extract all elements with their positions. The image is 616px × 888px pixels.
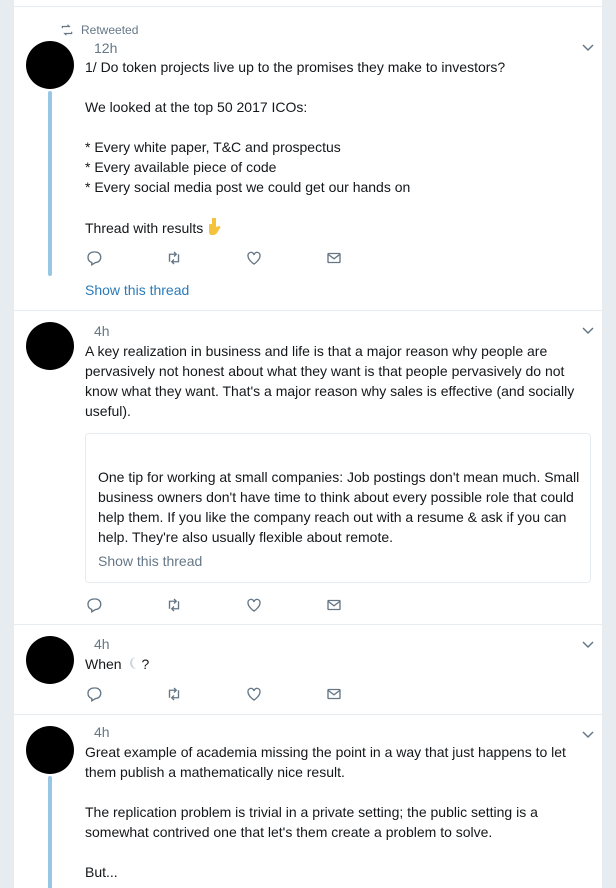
tweet-4[interactable]: 4h Great example of academia missing the… bbox=[14, 716, 602, 888]
point-down-emoji bbox=[207, 217, 223, 240]
quoted-show-thread-link[interactable]: Show this thread bbox=[98, 552, 202, 570]
chevron-down-icon[interactable] bbox=[580, 39, 596, 55]
direct-message-button[interactable] bbox=[325, 248, 405, 268]
retweet-icon bbox=[168, 598, 180, 612]
tweet-actions bbox=[85, 684, 405, 704]
tweet-2[interactable]: 4h A key realization in business and lif… bbox=[14, 312, 602, 625]
tweet-1[interactable]: Retweeted 12h 1/ Do token projects live … bbox=[14, 6, 602, 311]
like-button[interactable] bbox=[245, 595, 325, 615]
reply-icon bbox=[87, 598, 102, 613]
retweet-button[interactable] bbox=[165, 248, 245, 268]
direct-message-button[interactable] bbox=[325, 595, 405, 615]
retweet-button[interactable] bbox=[165, 684, 245, 704]
reply-button[interactable] bbox=[85, 595, 165, 615]
avatar[interactable] bbox=[26, 41, 74, 89]
reply-icon bbox=[87, 251, 102, 266]
quoted-tweet-text: One tip for working at small companies: … bbox=[98, 469, 584, 545]
tweet-text: A key realization in business and life i… bbox=[85, 343, 579, 419]
quoted-tweet[interactable]: One tip for working at small companies: … bbox=[85, 433, 591, 583]
like-button[interactable] bbox=[245, 684, 325, 704]
chevron-down-icon[interactable] bbox=[580, 726, 596, 742]
like-icon bbox=[247, 687, 261, 701]
retweet-context: Retweeted bbox=[60, 23, 138, 37]
tweet-3[interactable]: 4h When ? bbox=[14, 626, 602, 715]
reply-button[interactable] bbox=[85, 248, 165, 268]
reply-icon bbox=[87, 687, 102, 702]
direct-message-icon bbox=[327, 599, 341, 611]
retweet-label: Retweeted bbox=[81, 23, 139, 37]
like-icon bbox=[247, 598, 261, 612]
tweet-text: When ? bbox=[85, 654, 590, 676]
chevron-down-icon[interactable] bbox=[580, 636, 596, 652]
direct-message-button[interactable] bbox=[325, 684, 405, 704]
like-button[interactable] bbox=[245, 248, 325, 268]
thread-line bbox=[48, 776, 52, 888]
tweet-time[interactable]: 12h bbox=[94, 40, 117, 56]
tweet-text: Great example of academia missing the po… bbox=[85, 744, 566, 880]
avatar[interactable] bbox=[26, 322, 74, 370]
show-thread-link[interactable]: Show this thread bbox=[85, 281, 189, 299]
tweet-time[interactable]: 4h bbox=[94, 323, 110, 339]
timeline: Retweeted 12h 1/ Do token projects live … bbox=[13, 0, 603, 888]
tweet-time[interactable]: 4h bbox=[94, 724, 110, 740]
avatar[interactable] bbox=[26, 636, 74, 684]
direct-message-icon bbox=[327, 688, 341, 700]
tweet-text: 1/ Do token projects live up to the prom… bbox=[85, 57, 590, 240]
crescent-moon-emoji bbox=[125, 655, 141, 676]
retweet-button[interactable] bbox=[165, 595, 245, 615]
tweet-actions bbox=[85, 248, 405, 268]
chevron-down-icon[interactable] bbox=[580, 322, 596, 338]
reply-button[interactable] bbox=[85, 684, 165, 704]
retweet-icon bbox=[61, 24, 73, 36]
like-icon bbox=[247, 251, 261, 265]
retweet-icon bbox=[168, 687, 180, 701]
direct-message-icon bbox=[327, 252, 341, 264]
tweet-actions bbox=[85, 595, 405, 615]
retweet-icon bbox=[168, 251, 180, 265]
thread-line bbox=[48, 91, 52, 276]
avatar[interactable] bbox=[26, 726, 74, 774]
tweet-time[interactable]: 4h bbox=[94, 636, 110, 652]
